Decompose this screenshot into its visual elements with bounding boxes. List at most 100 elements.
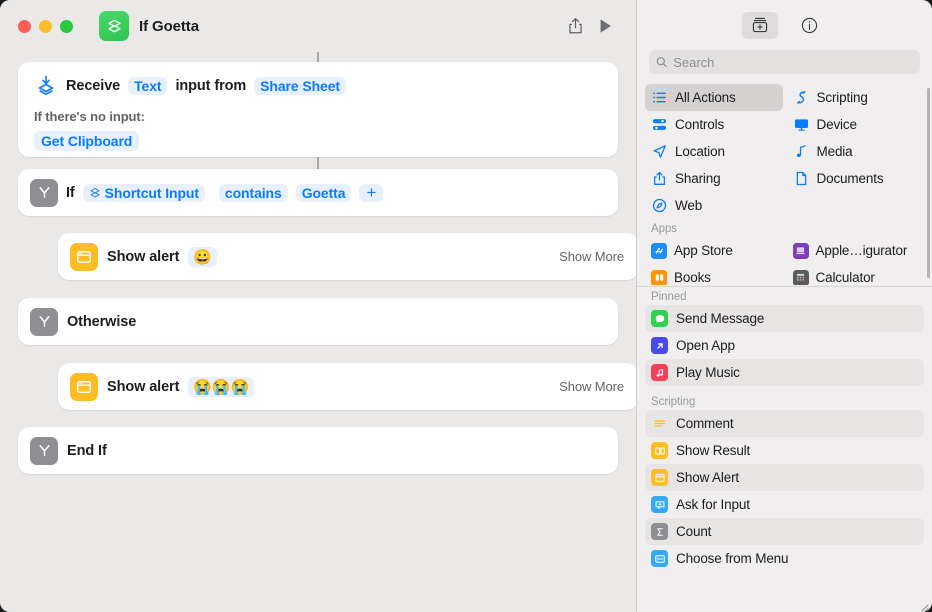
list-item-show-result[interactable]: Show Result (645, 437, 924, 464)
if-variable-chip[interactable]: Shortcut Input (82, 183, 205, 202)
search-input[interactable] (673, 54, 913, 70)
calculator-icon (792, 269, 809, 285)
show-alert-1-show-more[interactable]: Show More (559, 249, 624, 264)
workflow-canvas: Receive Text input from Share Sheet If t… (0, 52, 636, 612)
action-card-receive-input[interactable]: Receive Text input from Share Sheet If t… (18, 62, 618, 157)
app-item-calculator[interactable]: Calculator (787, 264, 925, 285)
location-arrow-icon (651, 143, 668, 160)
share-button[interactable] (560, 11, 590, 41)
messages-icon (651, 310, 668, 327)
window-titlebar: If Goetta (0, 0, 636, 52)
list-item-choose-from-menu[interactable]: Choose from Menu (645, 545, 924, 572)
list-item-open-app[interactable]: Open App (645, 332, 924, 359)
action-card-end-if[interactable]: End If (18, 427, 618, 474)
no-input-label: If there's no input: (34, 109, 145, 124)
otherwise-label: Otherwise (67, 313, 137, 330)
fallback-action-chip[interactable]: Get Clipboard (34, 131, 140, 151)
sidebar-item-label: All Actions (675, 90, 736, 105)
sidebar-item-scripting[interactable]: Scripting (787, 84, 925, 111)
books-icon (651, 269, 667, 285)
info-circle-icon[interactable] (792, 12, 828, 39)
search-icon (656, 57, 667, 68)
list-item-label: Play Music (676, 365, 740, 380)
ask-for-input-icon (651, 496, 668, 513)
count-icon (651, 523, 668, 540)
app-item-books[interactable]: Books (645, 264, 783, 285)
close-button[interactable] (18, 19, 31, 33)
sidebar-item-sharing[interactable]: Sharing (645, 165, 783, 192)
connector-top (317, 52, 319, 62)
app-item-label: App Store (674, 243, 733, 258)
sidebar-item-label: Sharing (675, 171, 721, 186)
window-resize-grip[interactable] (919, 599, 929, 612)
alert-icon (70, 242, 98, 271)
action-library-sidebar: All Actions Scripting (636, 0, 932, 612)
sidebar-item-label: Controls (675, 117, 725, 132)
scripting-icon (793, 89, 810, 106)
minimize-button[interactable] (39, 19, 52, 33)
show-alert-1-value-chip[interactable]: 😀 (188, 246, 217, 267)
receive-input-row: Receive Text input from Share Sheet (34, 74, 602, 98)
pinned-section-header: Pinned (651, 291, 687, 303)
action-card-show-alert-2[interactable]: Show alert 😭😭😭 Show More (58, 363, 636, 410)
input-source-chip[interactable]: Share Sheet (254, 77, 346, 95)
action-library-icon[interactable] (741, 11, 778, 39)
shortcuts-window: If Goetta Receive Text input from Share … (0, 0, 932, 612)
list-item-count[interactable]: Count (645, 518, 924, 545)
show-alert-2-row: Show alert 😭😭😭 Show More (70, 363, 624, 410)
document-icon (793, 170, 810, 187)
list-item-show-alert[interactable]: Show Alert (645, 464, 924, 491)
list-item-send-message[interactable]: Send Message (645, 305, 924, 332)
sidebar-item-documents[interactable]: Documents (787, 165, 925, 192)
sidebar-scrollbar[interactable] (927, 88, 930, 278)
sidebar-item-media[interactable]: Media (787, 138, 925, 165)
run-button[interactable] (590, 11, 620, 41)
alert-window-glyph-icon (76, 380, 92, 393)
zoom-button[interactable] (60, 19, 73, 33)
alert-window-glyph-icon (76, 250, 92, 263)
music-icon (651, 364, 668, 381)
add-condition-button[interactable]: + (359, 183, 384, 202)
apple-configurator-icon (792, 242, 809, 259)
sidebar-item-location[interactable]: Location (645, 138, 783, 165)
category-grid: All Actions Scripting Controls Device Lo… (637, 82, 932, 219)
action-card-show-alert-1[interactable]: Show alert 😀 Show More (58, 233, 636, 280)
connector-1 (317, 157, 319, 169)
search-box[interactable] (649, 50, 920, 74)
pinned-list: Send Message Open App Play Music (637, 305, 932, 386)
show-alert-2-show-more[interactable]: Show More (559, 379, 624, 394)
app-store-icon (651, 242, 667, 259)
app-item-app-store[interactable]: App Store (645, 237, 783, 264)
list-item-ask-for-input[interactable]: Ask for Input (645, 491, 924, 518)
action-card-if[interactable]: If Shortcut Input contains Goetta + (18, 169, 618, 216)
list-item-play-music[interactable]: Play Music (645, 359, 924, 386)
branch-icon (30, 436, 58, 465)
if-operator-chip[interactable]: contains (218, 183, 288, 202)
display-icon (793, 116, 810, 133)
traffic-light-buttons (18, 19, 73, 33)
app-item-apple-configurator[interactable]: Apple…igurator (787, 237, 925, 264)
otherwise-row: Otherwise (30, 298, 606, 345)
sidebar-item-web[interactable]: Web (645, 192, 783, 219)
sidebar-item-device[interactable]: Device (787, 111, 925, 138)
sidebar-item-label: Media (816, 144, 853, 159)
input-type-chip[interactable]: Text (128, 77, 168, 95)
shortcuts-icon (99, 11, 129, 41)
sidebar-item-all-actions[interactable]: All Actions (645, 84, 783, 111)
search-container (637, 50, 932, 82)
branch-icon (30, 178, 58, 207)
show-alert-icon (651, 469, 668, 486)
comment-icon (651, 415, 668, 432)
open-app-icon (651, 337, 668, 354)
list-icon (651, 89, 668, 106)
sidebar-item-controls[interactable]: Controls (645, 111, 783, 138)
show-alert-2-value-chip[interactable]: 😭😭😭 (188, 376, 255, 397)
app-item-label: Calculator (815, 270, 875, 285)
choose-from-menu-icon (651, 550, 668, 567)
if-value-chip[interactable]: Goetta (295, 183, 352, 202)
action-card-otherwise[interactable]: Otherwise (18, 298, 618, 345)
sidebar-item-label: Location (675, 144, 725, 159)
end-if-label: End If (67, 442, 107, 459)
list-item-comment[interactable]: Comment (645, 410, 924, 437)
list-item-label: Show Alert (676, 470, 740, 485)
